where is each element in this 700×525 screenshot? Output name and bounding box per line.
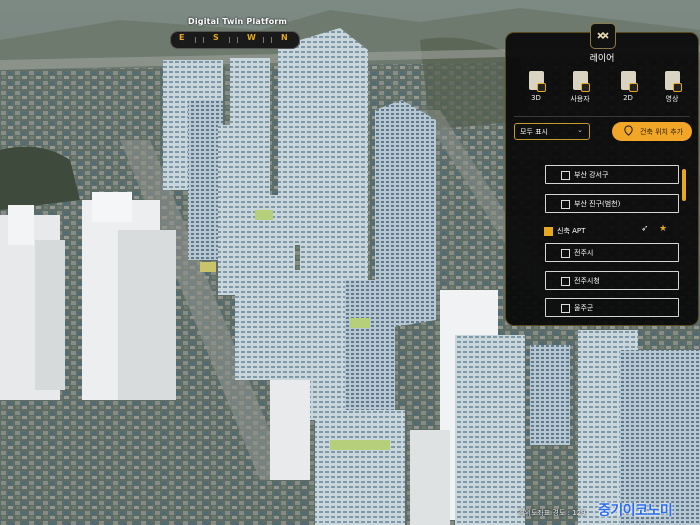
2d-layer-icon: [620, 71, 638, 92]
checkbox[interactable]: [561, 249, 570, 258]
compass-west: W: [247, 33, 256, 42]
add-building-location-button[interactable]: 건축 위치 추가: [612, 122, 692, 141]
compass-tick: [237, 37, 238, 43]
checkbox-checked[interactable]: [544, 227, 553, 236]
user-layer-icon: [572, 71, 590, 92]
checkbox[interactable]: [561, 304, 570, 313]
layer-tabs: 3D 사용자 2D 영상: [516, 71, 696, 107]
compass-north: N: [281, 33, 288, 42]
list-item-active[interactable]: 신축 APT ➶ ★: [529, 222, 679, 241]
favorite-star-icon[interactable]: ★: [659, 224, 667, 234]
compass-tick: [203, 37, 204, 43]
checkbox[interactable]: [561, 277, 570, 286]
list-item[interactable]: 전주시: [545, 243, 679, 262]
layer-panel: 레이어 3D 사용자 2D 영상 모두 표시 ⌄ 건축 위치 추가 부산 강서구…: [505, 23, 699, 326]
divider: [514, 116, 690, 117]
chevron-down-icon: ⌄: [577, 126, 583, 134]
tab-2d[interactable]: 2D: [608, 71, 648, 107]
list-item[interactable]: 전주시청: [545, 271, 679, 290]
layer-list-scrollbar[interactable]: [682, 169, 686, 201]
list-item-label: 전주시청: [574, 277, 600, 285]
compass-tick: [271, 37, 272, 43]
platform-title: Digital Twin Platform: [188, 17, 288, 26]
compass-tick: [229, 37, 230, 43]
tab-label: 3D: [531, 94, 541, 102]
filter-dropdown-value: 모두 표시: [520, 128, 548, 136]
tab-label: 2D: [623, 94, 633, 102]
list-item-label: 신축 APT: [557, 227, 586, 235]
layer-panel-title: 레이어: [589, 54, 615, 64]
tab-user[interactable]: 사용자: [560, 71, 600, 107]
tab-label: 영상: [665, 95, 679, 103]
compass-tick: [263, 37, 264, 43]
compass-east: E: [179, 33, 185, 42]
compass-south: S: [213, 33, 219, 42]
tab-label: 사용자: [570, 95, 590, 103]
video-layer-icon: [664, 71, 682, 92]
location-pin-icon: [624, 125, 633, 136]
coordinate-readout: 경위도좌표 경도 : 129: [518, 509, 586, 517]
list-item-label: 울주군: [574, 304, 594, 312]
checkbox[interactable]: [561, 171, 570, 180]
add-building-location-label: 건축 위치 추가: [640, 128, 684, 136]
layer-panel-logo-icon: [590, 23, 616, 49]
list-item[interactable]: 부산 강서구: [545, 165, 679, 184]
list-item[interactable]: 울주군: [545, 298, 679, 317]
compass-tick: [195, 37, 196, 43]
checkbox[interactable]: [561, 200, 570, 209]
list-item-label: 전주시: [574, 249, 594, 257]
watermark: 중기이코노미: [598, 503, 673, 519]
compass-bar[interactable]: E S W N: [170, 31, 300, 49]
tab-video[interactable]: 영상: [652, 71, 692, 107]
fly-to-icon[interactable]: ➶: [641, 224, 649, 234]
filter-dropdown[interactable]: 모두 표시 ⌄: [514, 123, 590, 140]
list-item-label: 부산 진구(범천): [574, 200, 621, 208]
tab-3d[interactable]: 3D: [516, 71, 556, 107]
list-item[interactable]: 부산 진구(범천): [545, 194, 679, 213]
3d-layer-icon: [528, 71, 546, 92]
list-item-label: 부산 강서구: [574, 171, 609, 179]
